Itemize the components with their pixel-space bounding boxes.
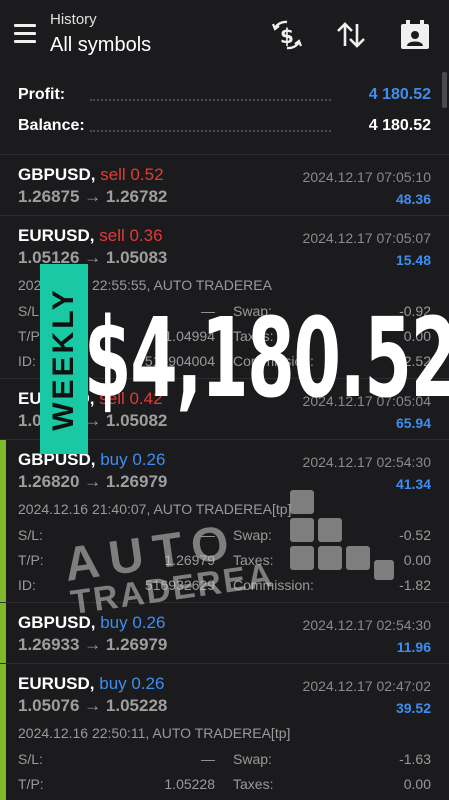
deal-prices: 1.26875 → 1.26782 — [18, 187, 168, 206]
dotted-leader — [90, 99, 331, 101]
deal-prices: 1.05076 → 1.05228 — [18, 696, 168, 715]
logo-grid-icon — [290, 490, 400, 590]
summary-panel: Profit: 4 180.52 Balance: 4 180.52 — [0, 72, 449, 155]
menu-icon[interactable] — [14, 24, 36, 43]
profit-row: Profit: 4 180.52 — [18, 86, 431, 110]
deal-open-info: 2024.12.16 22:50:11, AUTO TRADEREA[tp] — [18, 725, 291, 741]
deal-time: 2024.12.17 02:54:30 — [302, 454, 431, 470]
balance-value: 4 180.52 — [368, 117, 431, 134]
deal-profit: 15.48 — [395, 252, 431, 268]
deal-profit: 41.34 — [395, 476, 431, 492]
id-label: ID: — [18, 577, 36, 593]
deal-profit: 11.96 — [396, 639, 431, 655]
dotted-leader — [90, 130, 331, 132]
deal-time: 2024.12.17 02:47:02 — [302, 678, 431, 694]
sl-label: S/L: — [18, 751, 43, 767]
header-subtitle: History — [50, 11, 97, 28]
tp-label: T/P: — [18, 552, 44, 568]
deal-time: 2024.12.17 02:54:30 — [302, 617, 431, 633]
taxes-value: 0.00 — [403, 776, 431, 792]
profit-label: Profit: — [18, 86, 66, 103]
tp-value: 1.05228 — [164, 776, 215, 792]
deal-time: 2024.12.17 07:05:07 — [302, 230, 431, 246]
deal-prices: 1.26933 → 1.26979 — [18, 635, 168, 654]
svg-text:$: $ — [280, 24, 294, 48]
deal-profit: 39.52 — [395, 700, 431, 716]
deal-row[interactable]: GBPUSD, sell 0.52 1.26875 → 1.26782 2024… — [0, 155, 449, 216]
deal-symbol: EURUSD, buy 0.26 — [18, 674, 165, 693]
selection-bar — [0, 664, 6, 800]
deal-prices: 1.26820 → 1.26979 — [18, 472, 168, 491]
taxes-label: Taxes: — [233, 776, 274, 792]
deal-profit: 48.36 — [395, 191, 431, 207]
swap-value: -1.63 — [399, 751, 431, 767]
weekly-banner: WEEKLY — [40, 264, 88, 454]
weekly-label: WEEKLY — [47, 287, 80, 431]
header-title[interactable]: All symbols — [50, 34, 151, 57]
deal-symbol: GBPUSD, sell 0.52 — [18, 165, 164, 184]
top-bar: History All symbols $ — [0, 0, 449, 72]
deal-row-expanded[interactable]: EURUSD, buy 0.26 1.05076 → 1.05228 2024.… — [0, 664, 449, 800]
deal-side: buy 0.26 — [99, 674, 165, 693]
weekly-amount-overlay: $4,180.52 — [84, 294, 449, 422]
balance-label: Balance: — [18, 117, 85, 134]
id-label: ID: — [18, 353, 36, 369]
selection-bar — [0, 440, 6, 602]
profit-value: 4 180.52 — [368, 86, 431, 103]
selection-bar — [0, 603, 6, 663]
sort-icon[interactable] — [334, 18, 368, 52]
deal-symbol: EURUSD, sell 0.36 — [18, 226, 163, 245]
deal-side: sell 0.52 — [100, 165, 164, 184]
tp-label: T/P: — [18, 776, 44, 792]
sl-label: S/L: — [18, 527, 43, 543]
currency-exchange-icon[interactable]: $ — [270, 18, 304, 52]
swap-label: Swap: — [233, 751, 272, 767]
calendar-user-icon[interactable] — [398, 18, 432, 52]
balance-row: Balance: 4 180.52 — [18, 117, 431, 141]
sl-value: — — [201, 751, 215, 767]
autotraderea-logo-watermark: AUTO TRADEREA — [60, 490, 400, 622]
deal-time: 2024.12.17 07:05:10 — [302, 169, 431, 185]
deal-side: sell 0.36 — [99, 226, 163, 245]
